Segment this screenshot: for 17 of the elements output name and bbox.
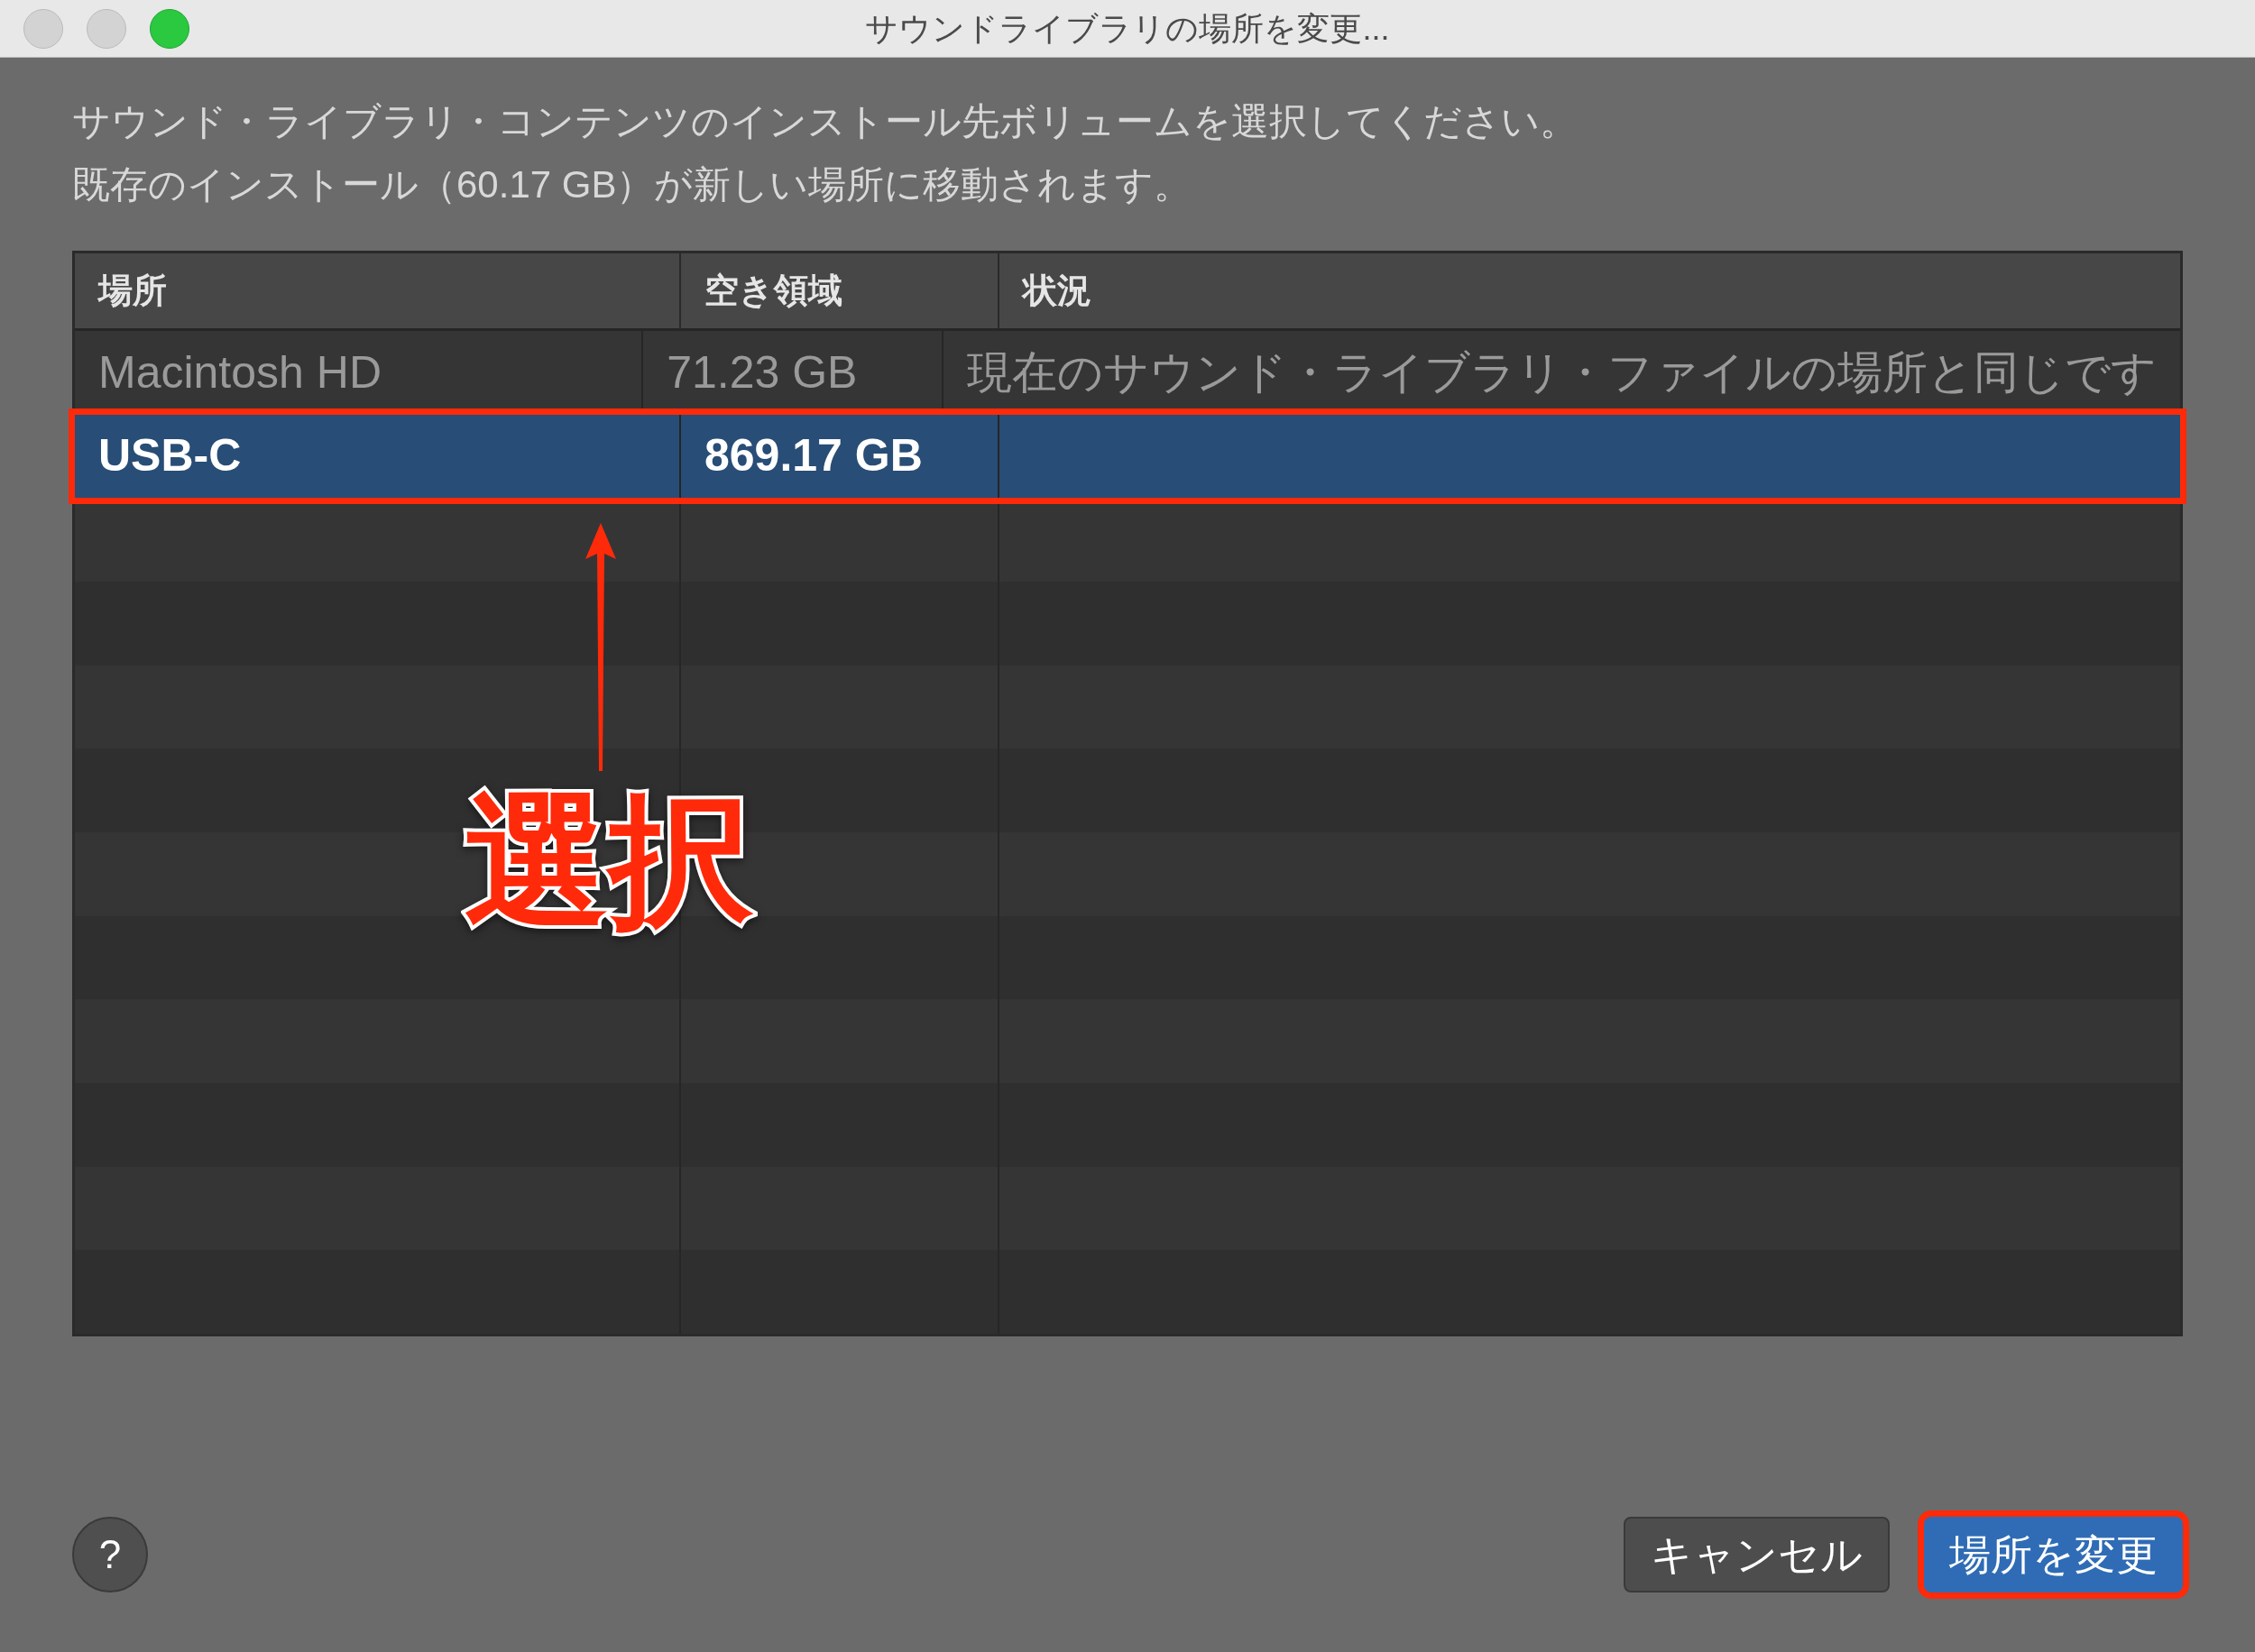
message-text: 既存のインストール（60.17 GB）が新しい場所に移動されます。 [72,162,1193,207]
message-text: サウンド・ライブラリ・コンテンツのインストール先ボリュームを選択してください。 [72,99,1578,144]
table-cell-text: Macintosh HD [98,345,382,399]
column-header[interactable]: 状況 [1023,264,1091,317]
table-cell-text: 869.17 GB [704,429,923,483]
column-header[interactable]: 場所 [98,264,167,317]
window-title: サウンドライブラリの場所を変更... [865,8,1390,49]
help-button[interactable]: ? [72,1517,148,1592]
table-cell-text: 現在のサウンド・ライブラリ・ファイルの場所と同じです [967,345,2157,399]
column-header[interactable]: 空き領域 [704,264,842,317]
table-cell-text: USB-C [98,429,242,483]
close-button[interactable] [23,9,63,49]
dialog-button[interactable]: キャンセル [1624,1517,1890,1592]
minimize-button[interactable] [87,9,126,49]
annotation-label: 選択 [465,785,753,938]
zoom-button[interactable] [150,9,189,49]
table-cell-text: 71.23 GB [667,345,858,399]
